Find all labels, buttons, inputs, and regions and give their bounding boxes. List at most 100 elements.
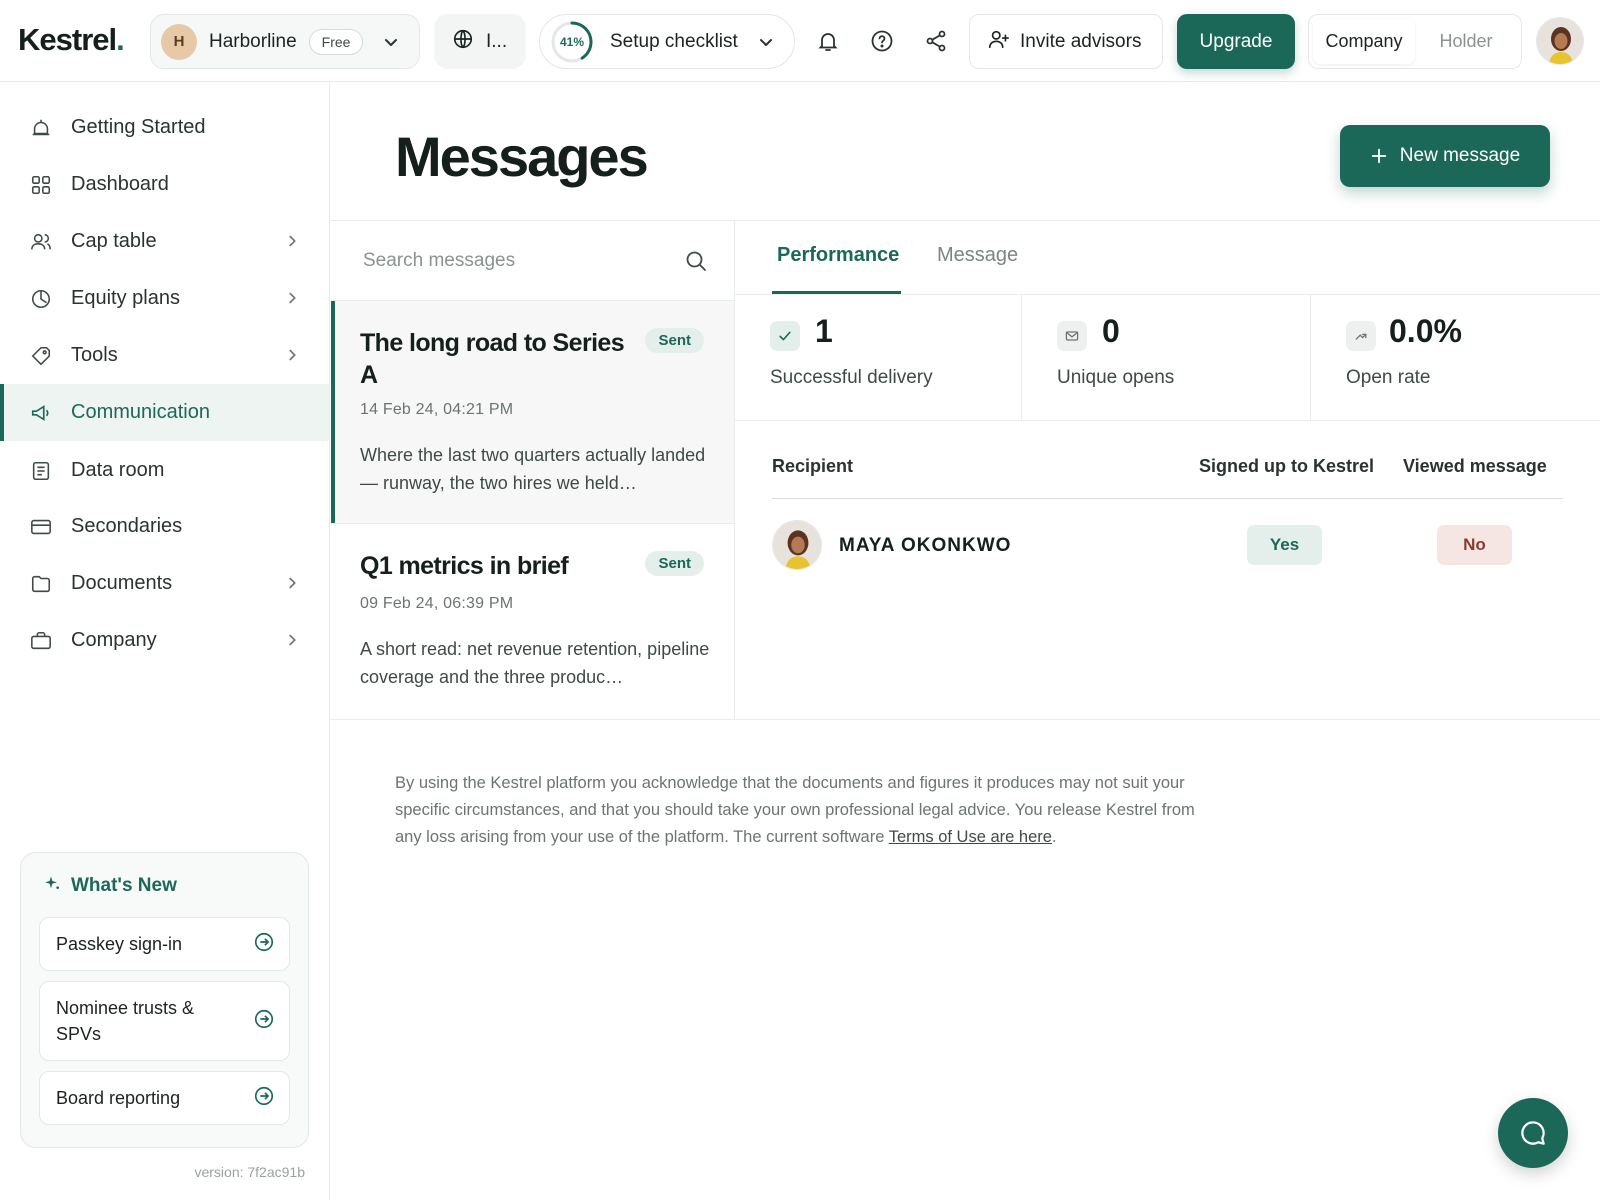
search-icon[interactable] xyxy=(684,249,708,278)
toggle-company[interactable]: Company xyxy=(1313,19,1415,64)
sidebar-item-dashboard[interactable]: Dashboard xyxy=(0,156,329,213)
sidebar-item-documents[interactable]: Documents xyxy=(0,555,329,612)
whats-new-panel: What's New Passkey sign-in Nominee trust… xyxy=(20,852,309,1148)
share-icon[interactable] xyxy=(919,24,953,58)
recipient-name: MAYA OKONKWO xyxy=(839,535,1012,556)
whats-new-item[interactable]: Passkey sign-in xyxy=(39,917,290,971)
sidebar: Getting Started Dashboard Cap table Equi… xyxy=(0,82,330,1200)
whats-new-item[interactable]: Nominee trusts & SPVs xyxy=(39,981,290,1061)
stat-unique-opens: 0 Unique opens xyxy=(1022,295,1310,421)
chevron-right-icon xyxy=(283,574,301,597)
sidebar-item-label: Getting Started xyxy=(71,116,206,138)
column-header-signed-up: Signed up to Kestrel xyxy=(1199,456,1375,476)
sidebar-item-getting-started[interactable]: Getting Started xyxy=(0,99,329,156)
help-icon[interactable] xyxy=(865,24,899,58)
chat-button[interactable] xyxy=(1498,1098,1568,1168)
sidebar-item-label: Dashboard xyxy=(71,173,169,195)
column-header-viewed: Viewed message xyxy=(1403,456,1547,476)
page-title: Messages xyxy=(395,125,649,188)
search-input[interactable] xyxy=(363,245,663,277)
message-date: 14 Feb 24, 04:21 PM xyxy=(360,401,514,418)
message-preview: Where the last two quarters actually lan… xyxy=(360,445,706,493)
globe-icon xyxy=(452,28,474,55)
arrow-right-circle-icon xyxy=(253,1085,275,1112)
tab-message[interactable]: Message xyxy=(937,244,1018,267)
new-message-label: New message xyxy=(1399,145,1521,166)
company-name: Harborline xyxy=(209,30,297,52)
whats-new-header: What's New xyxy=(45,875,177,897)
stat-open-rate: 0.0% Open rate xyxy=(1311,295,1600,421)
setup-progress-label: 41% xyxy=(559,34,585,49)
sidebar-item-cap-table[interactable]: Cap table xyxy=(0,213,329,270)
sidebar-item-data-room[interactable]: Data room xyxy=(0,442,329,499)
toggle-holder[interactable]: Holder xyxy=(1415,19,1517,64)
locale-label: I... xyxy=(486,30,508,52)
divider xyxy=(772,498,1563,499)
message-list-item[interactable]: Q1 metrics in brief Sent 09 Feb 24, 06:3… xyxy=(331,524,734,720)
viewed-badge: No xyxy=(1437,525,1512,565)
sidebar-item-label: Cap table xyxy=(71,230,157,252)
stat-value: 0 xyxy=(1102,313,1120,349)
column-header-recipient: Recipient xyxy=(772,456,854,476)
sidebar-item-label: Secondaries xyxy=(71,515,183,537)
whats-new-title: What's New xyxy=(71,875,177,896)
message-title: Q1 metrics in brief xyxy=(360,552,569,580)
message-date: 09 Feb 24, 06:39 PM xyxy=(360,595,514,612)
check-icon xyxy=(770,321,800,351)
setup-checklist-button[interactable]: 41% Setup checklist xyxy=(539,14,795,69)
sidebar-item-label: Tools xyxy=(71,344,118,366)
version-label: version: 7f2ac91b xyxy=(194,1164,305,1180)
sidebar-item-label: Documents xyxy=(71,572,173,594)
message-list-item[interactable]: The long road to Series A Sent 14 Feb 24… xyxy=(331,301,734,524)
user-avatar[interactable] xyxy=(1536,17,1584,65)
trend-up-icon xyxy=(1346,321,1376,351)
sidebar-item-equity-plans[interactable]: Equity plans xyxy=(0,270,329,327)
message-title: The long road to Series A xyxy=(360,329,625,389)
terms-of-use-link[interactable]: Terms of Use are here xyxy=(889,828,1052,846)
status-badge: Sent xyxy=(645,551,704,576)
top-bar: Kestrel. H Harborline Free I... 41% Setu… xyxy=(0,0,1600,82)
grid-icon xyxy=(30,174,52,196)
stat-value: 1 xyxy=(815,313,833,349)
upgrade-button[interactable]: Upgrade xyxy=(1177,14,1295,69)
stat-label: Successful delivery xyxy=(770,367,933,388)
sidebar-item-label: Communication xyxy=(71,401,210,423)
mail-icon xyxy=(1057,321,1087,351)
sidebar-item-tools[interactable]: Tools xyxy=(0,327,329,384)
message-search xyxy=(331,221,734,301)
new-message-button[interactable]: New message xyxy=(1340,125,1550,187)
document-icon xyxy=(30,460,52,482)
disclaimer-text: By using the Kestrel platform you acknow… xyxy=(395,774,1195,846)
status-badge: Sent xyxy=(645,328,704,353)
sidebar-item-label: Equity plans xyxy=(71,287,180,309)
sparkle-icon xyxy=(45,875,61,897)
card-icon xyxy=(30,516,52,538)
divider xyxy=(735,420,1600,421)
locale-switcher[interactable]: I... xyxy=(434,14,526,69)
chevron-right-icon xyxy=(283,631,301,654)
tab-performance[interactable]: Performance xyxy=(777,244,899,267)
bell-icon[interactable] xyxy=(811,24,845,58)
bell-icon xyxy=(30,117,52,139)
setup-checklist-label: Setup checklist xyxy=(610,30,738,52)
kestrel-logo[interactable]: Kestrel. xyxy=(18,22,125,58)
sidebar-item-communication[interactable]: Communication xyxy=(0,384,329,441)
chevron-right-icon xyxy=(283,346,301,369)
clock-icon xyxy=(30,288,52,310)
view-toggle: Company Holder xyxy=(1308,14,1522,69)
sidebar-item-label: Company xyxy=(71,629,157,651)
users-icon xyxy=(30,231,52,253)
sidebar-item-company[interactable]: Company xyxy=(0,612,329,669)
sidebar-item-secondaries[interactable]: Secondaries xyxy=(0,498,329,555)
chevron-down-icon xyxy=(756,32,776,57)
chat-bubble-icon xyxy=(1521,1121,1545,1145)
invite-advisors-button[interactable]: Invite advisors xyxy=(969,14,1163,69)
signed-up-badge: Yes xyxy=(1247,525,1322,565)
chevron-right-icon xyxy=(283,232,301,255)
stat-successful-delivery: 1 Successful delivery xyxy=(735,295,1021,421)
company-switcher[interactable]: H Harborline Free xyxy=(150,14,420,69)
plan-badge: Free xyxy=(308,28,364,55)
chevron-right-icon xyxy=(283,289,301,312)
whats-new-item[interactable]: Board reporting xyxy=(39,1071,290,1125)
tag-icon xyxy=(30,345,52,367)
